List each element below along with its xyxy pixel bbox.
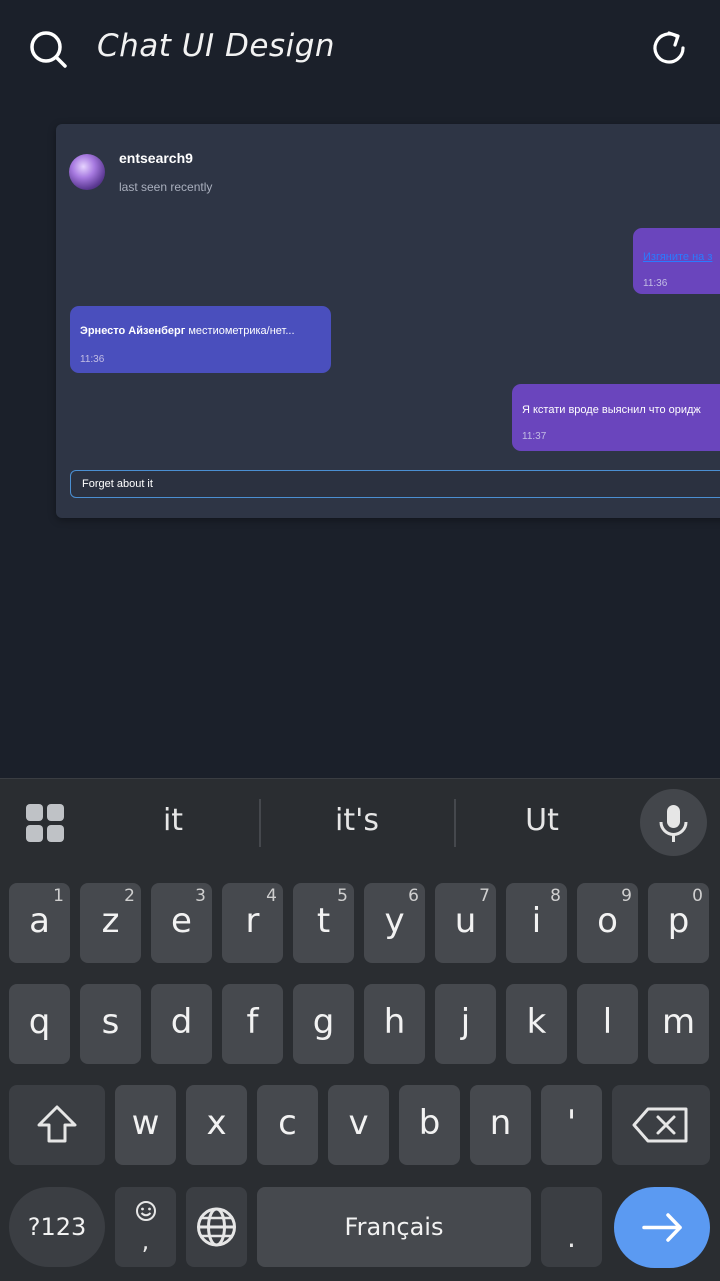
key-s[interactable]: s: [80, 984, 141, 1064]
suggestion-bar: it it's Ut: [0, 779, 720, 871]
key-c[interactable]: c: [257, 1085, 318, 1165]
suggestion-1[interactable]: it: [98, 803, 248, 838]
message-time: 11:36: [643, 278, 668, 289]
emoji-comma-key[interactable]: ,: [115, 1187, 176, 1267]
divider: [259, 799, 261, 847]
top-bar: Chat UI Design: [0, 0, 720, 100]
refresh-icon[interactable]: [650, 28, 690, 68]
backspace-icon: [632, 1107, 688, 1143]
key-m[interactable]: m: [648, 984, 709, 1064]
key-h[interactable]: h: [364, 984, 425, 1064]
key-e[interactable]: e3: [151, 883, 212, 963]
suggestion-2[interactable]: it's: [282, 803, 432, 838]
key-j[interactable]: j: [435, 984, 496, 1064]
space-key[interactable]: Français: [257, 1187, 531, 1267]
shift-icon: [37, 1105, 77, 1143]
period-key[interactable]: .: [541, 1187, 602, 1267]
message-link[interactable]: Изгяните на з: [643, 251, 712, 263]
key-a[interactable]: a1: [9, 883, 70, 963]
key-g[interactable]: g: [293, 984, 354, 1064]
key-q[interactable]: q: [9, 984, 70, 1064]
key-u[interactable]: u7: [435, 883, 496, 963]
arrow-right-icon: [642, 1213, 682, 1242]
key-v[interactable]: v: [328, 1085, 389, 1165]
key-o[interactable]: o9: [577, 883, 638, 963]
chat-card: entsearch9 last seen recently Изгяните н…: [56, 124, 720, 518]
keyboard: it it's Ut a1 z2 e3 r4 t5 y6 u7 i8 o9 p0…: [0, 778, 720, 1281]
incoming-message-bubble[interactable]: Эрнесто Айзенберг местиометрика/нет... 1…: [70, 306, 331, 373]
avatar[interactable]: [69, 154, 105, 190]
key-n[interactable]: n: [470, 1085, 531, 1165]
key-y[interactable]: y6: [364, 883, 425, 963]
contact-name[interactable]: entsearch9: [119, 150, 193, 166]
key-l[interactable]: l: [577, 984, 638, 1064]
search-icon[interactable]: [28, 29, 68, 69]
message-body: местиометрика/нет...: [185, 325, 295, 337]
key-b[interactable]: b: [399, 1085, 460, 1165]
key-f[interactable]: f: [222, 984, 283, 1064]
contact-status: last seen recently: [119, 180, 213, 194]
key-t[interactable]: t5: [293, 883, 354, 963]
outgoing-message-bubble[interactable]: Изгяните на з 11:36: [633, 228, 720, 294]
message-input[interactable]: Forget about it: [70, 470, 720, 498]
suggestion-3[interactable]: Ut: [467, 803, 617, 838]
shift-key[interactable]: [9, 1085, 105, 1165]
key-k[interactable]: k: [506, 984, 567, 1064]
key-p[interactable]: p0: [648, 883, 709, 963]
message-input-value: Forget about it: [82, 478, 153, 490]
message-time: 11:37: [522, 431, 547, 442]
microphone-button[interactable]: [640, 789, 707, 856]
outgoing-message-bubble[interactable]: Я кстати вроде выяснил что оридж 11:37: [512, 384, 720, 451]
key-apostrophe[interactable]: ': [541, 1085, 602, 1165]
key-z[interactable]: z2: [80, 883, 141, 963]
key-w[interactable]: w: [115, 1085, 176, 1165]
key-r[interactable]: r4: [222, 883, 283, 963]
backspace-key[interactable]: [612, 1085, 710, 1165]
language-key[interactable]: [186, 1187, 247, 1267]
enter-button[interactable]: [614, 1187, 710, 1268]
message-text: Я кстати вроде выяснил что оридж: [522, 404, 701, 416]
apps-grid-icon[interactable]: [26, 804, 66, 844]
globe-icon: [197, 1207, 236, 1247]
message-text: Эрнесто Айзенберг местиометрика/нет...: [80, 325, 295, 337]
emoji-icon: [136, 1201, 156, 1221]
message-time: 11:36: [80, 354, 105, 365]
page-title: Chat UI Design: [97, 28, 336, 64]
comma-label: ,: [141, 1227, 150, 1255]
symbols-key[interactable]: ?123: [9, 1187, 105, 1267]
microphone-icon: [659, 805, 688, 842]
divider: [454, 799, 456, 847]
key-x[interactable]: x: [186, 1085, 247, 1165]
message-sender: Эрнесто Айзенберг: [80, 325, 186, 337]
key-i[interactable]: i8: [506, 883, 567, 963]
key-d[interactable]: d: [151, 984, 212, 1064]
